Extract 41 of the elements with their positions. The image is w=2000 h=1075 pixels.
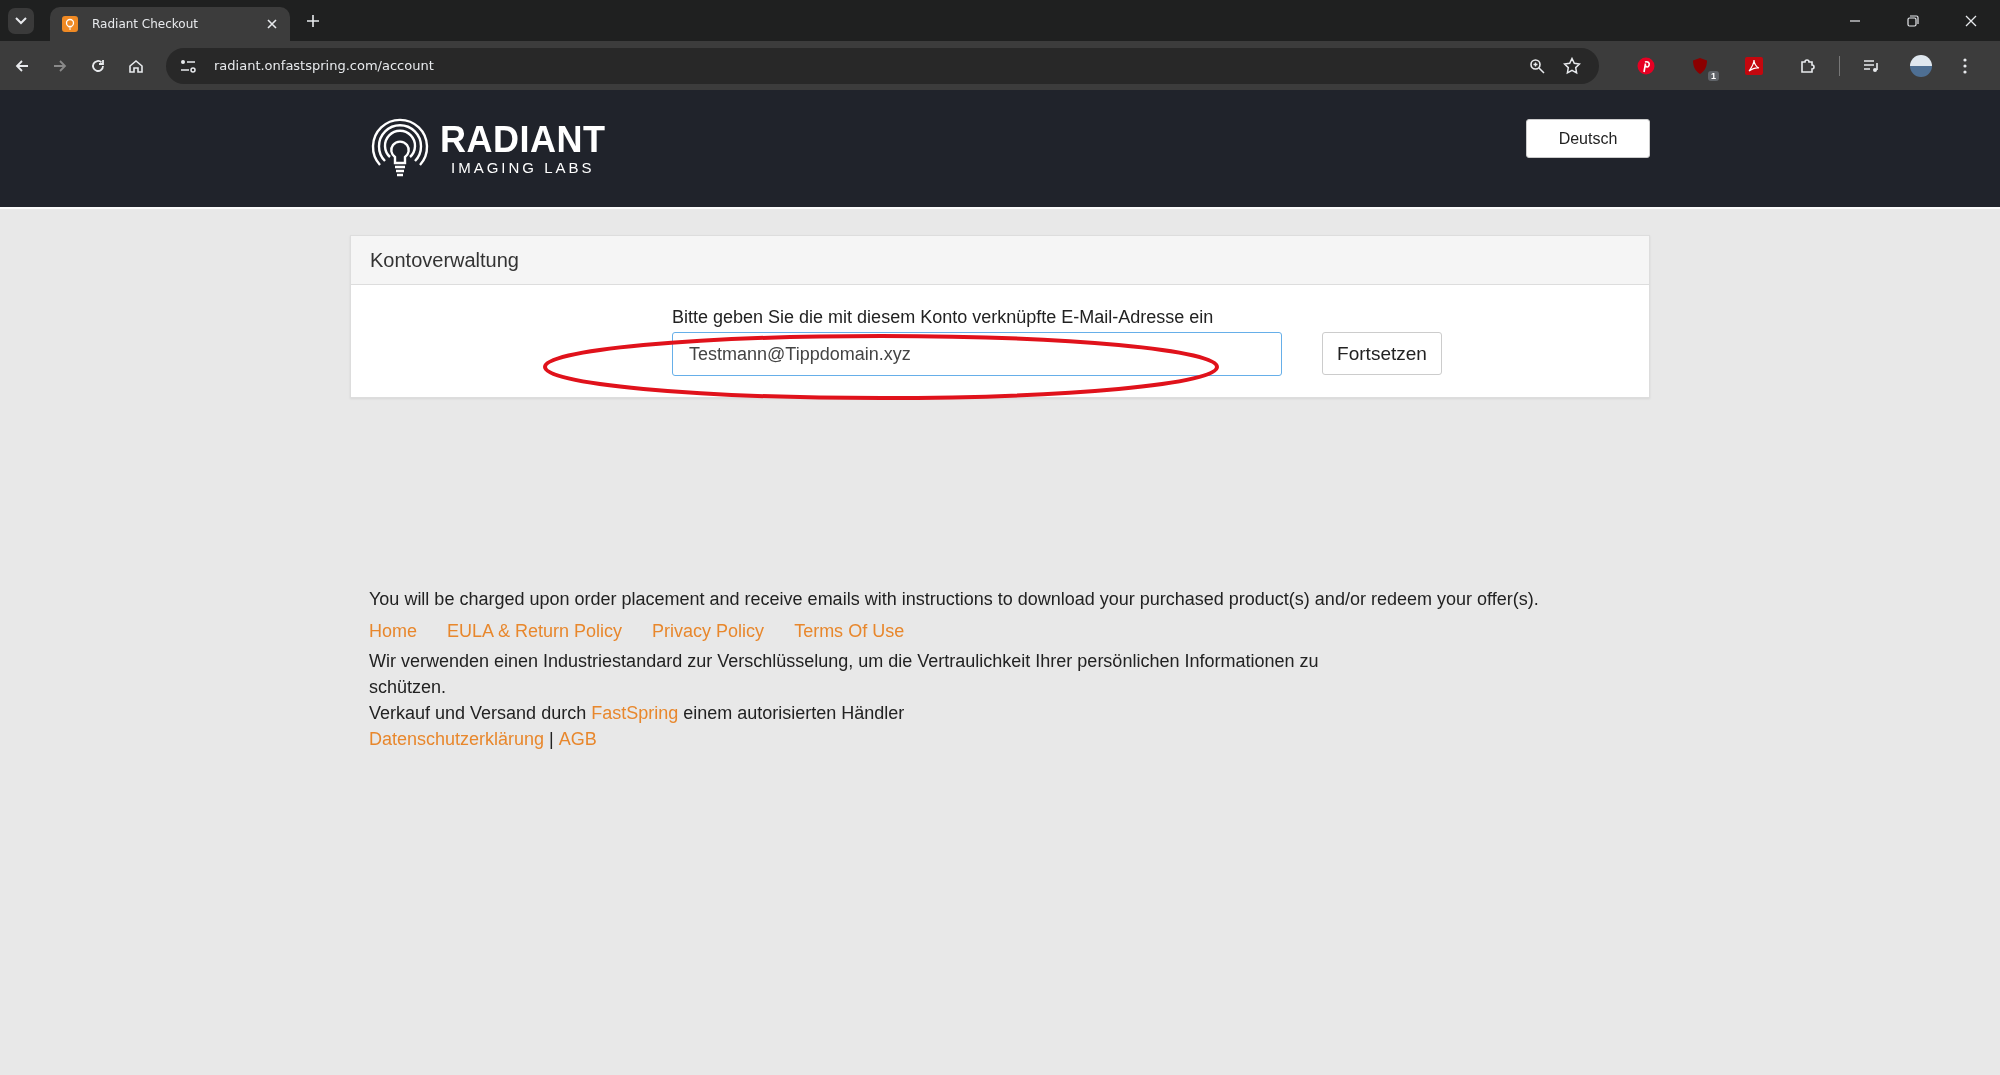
puzzle-icon[interactable] — [1799, 56, 1817, 75]
home-icon[interactable] — [128, 57, 144, 74]
profile-avatar[interactable] — [1910, 54, 1932, 77]
legal-link[interactable]: AGB — [558, 726, 597, 752]
security-notice: Wir verwenden einen Industriestandard zur Verschlüsselung, um die Vertraulichkeit Ihrer persönlichen Informationen zu schützen. — [369, 650, 1320, 699]
chevron-down-icon — [15, 16, 27, 25]
tab-title: Radiant Checkout — [92, 17, 199, 31]
language-button[interactable]: Deutsch — [1526, 119, 1650, 158]
browser-tab[interactable]: Radiant Checkout — [50, 7, 290, 41]
fastspring-link[interactable]: FastSpring — [591, 703, 679, 723]
footer-link[interactable]: Privacy Policy — [652, 618, 765, 644]
close-icon[interactable] — [266, 18, 278, 30]
logo-subtitle: IMAGING LABS — [450, 159, 595, 176]
card-title: Kontoverwaltung — [370, 248, 519, 272]
pin-extension-icon[interactable] — [1637, 56, 1655, 75]
close-icon[interactable] — [1965, 14, 1977, 27]
more-icon[interactable] — [1962, 56, 1968, 75]
legal-link[interactable]: Datenschutzerklärung — [369, 726, 545, 752]
tab-list-button[interactable] — [8, 7, 34, 34]
extension-badge: 1 — [1708, 70, 1719, 81]
zoom-icon[interactable] — [1529, 57, 1545, 74]
email-label: Bitte geben Sie die mit diesem Konto verknüpfte E-Mail-Adresse ein — [672, 307, 1215, 328]
logo-name: RADIANT — [440, 121, 606, 159]
back-arrow-icon[interactable] — [14, 57, 30, 74]
seller-notice: Verkauf und Versand durch FastSpring einem autorisierten Händler — [369, 702, 906, 725]
restore-icon[interactable] — [1907, 14, 1919, 27]
continue-button[interactable]: Fortsetzen — [1322, 332, 1442, 375]
link-separator: | — [549, 728, 554, 751]
pdf-extension-icon[interactable] — [1745, 56, 1763, 75]
star-icon[interactable] — [1563, 56, 1581, 75]
site-settings-icon[interactable] — [180, 57, 196, 74]
footer-link[interactable]: EULA & Return Policy — [447, 618, 623, 644]
email-field[interactable]: Testmann@Tippdomain.xyz — [672, 332, 1282, 376]
footer-link[interactable]: Home — [369, 618, 417, 644]
footer-link[interactable]: Terms Of Use — [794, 618, 905, 644]
reload-icon[interactable] — [90, 57, 106, 74]
charge-notice: You will be charged upon order placement and receive emails with instructions to download your purchased product(s) and/or redeem your offer(s). — [369, 588, 1540, 611]
address-bar[interactable]: radiant.onfastspring.com/account — [166, 47, 1599, 84]
bulb-icon — [62, 16, 78, 32]
plus-icon[interactable] — [306, 13, 320, 28]
forward-arrow-icon[interactable] — [52, 57, 68, 74]
